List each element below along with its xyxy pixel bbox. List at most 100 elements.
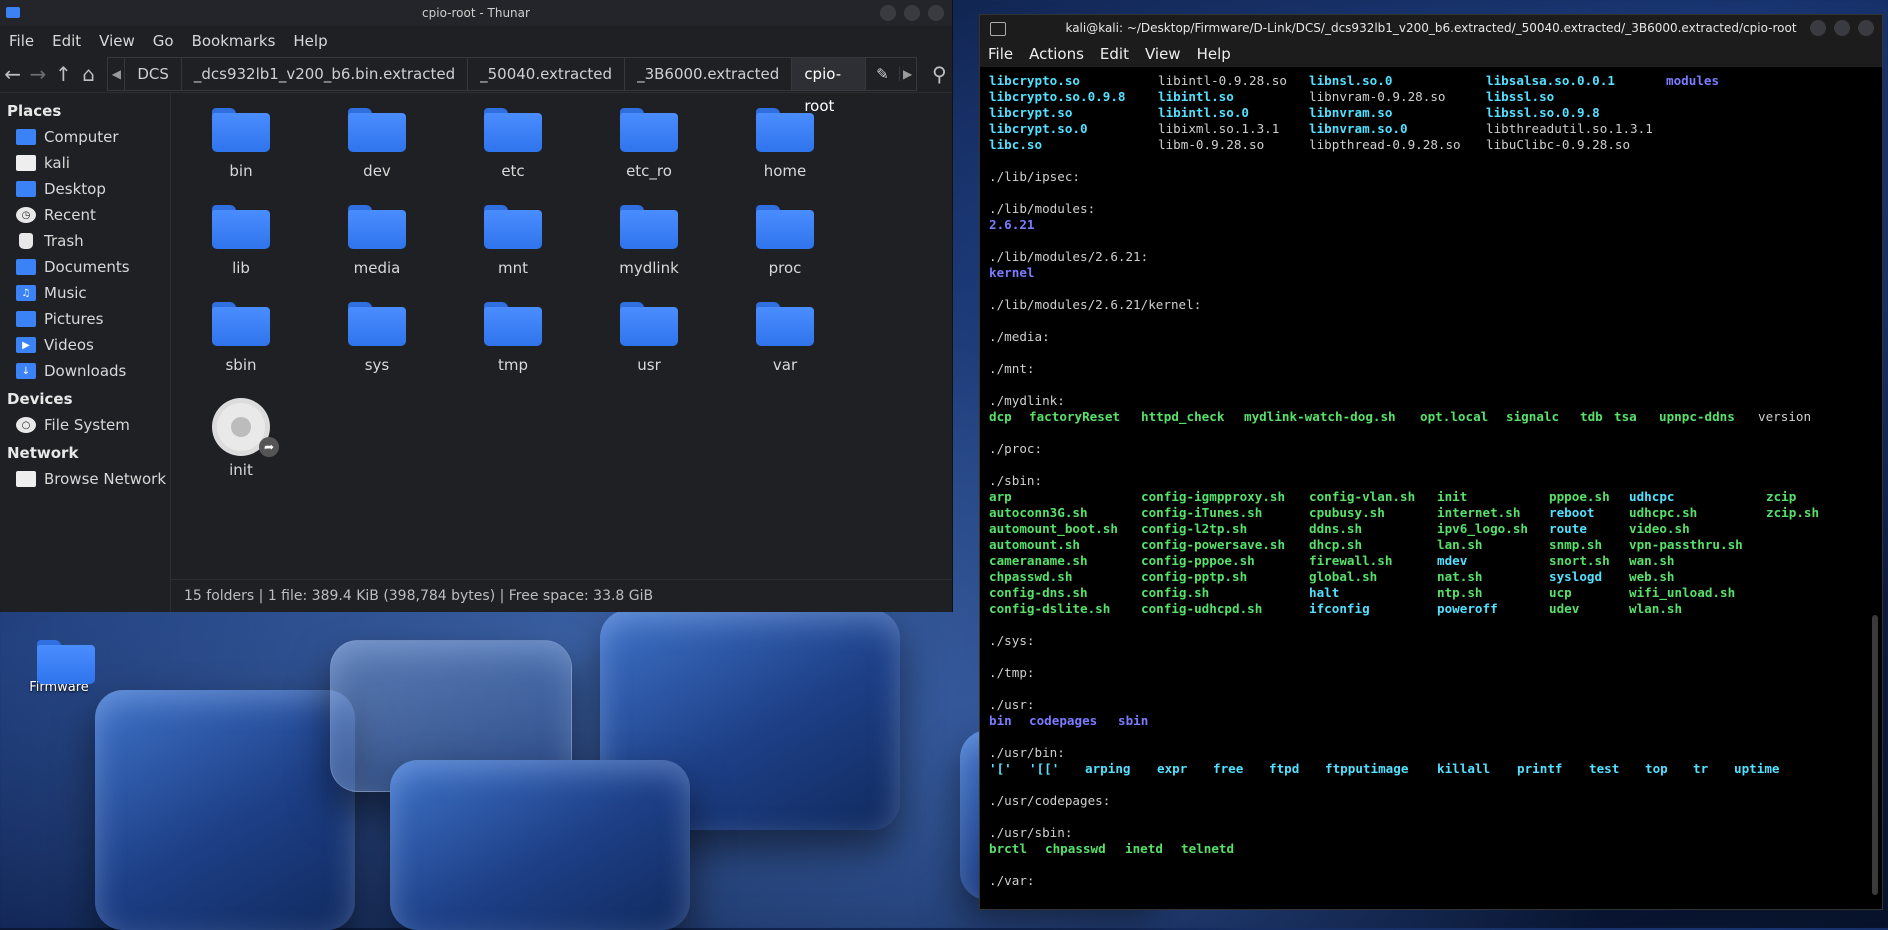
sidebar-item-computer[interactable]: Computer: [0, 124, 170, 150]
minimize-button[interactable]: [880, 5, 896, 21]
folder-icon: [212, 302, 270, 346]
menu-help[interactable]: Help: [284, 32, 336, 50]
folder-item[interactable]: mnt: [458, 205, 568, 277]
terminal-text: codepages: [1029, 713, 1098, 728]
breadcrumb-item[interactable]: _50040.extracted: [467, 58, 624, 90]
sidebar-item-documents[interactable]: Documents: [0, 254, 170, 280]
sidebar-item-file-system[interactable]: ○ File System: [0, 412, 170, 438]
folder-item[interactable]: var: [730, 302, 840, 374]
pictures-folder-icon: [16, 311, 36, 327]
sidebar-item-pictures[interactable]: Pictures: [0, 306, 170, 332]
menu-edit[interactable]: Edit: [43, 32, 90, 50]
folder-icon: [348, 302, 406, 346]
breadcrumb-right-icon[interactable]: ▶: [898, 67, 916, 81]
home-icon[interactable]: ⌂: [76, 59, 101, 89]
menu-file[interactable]: File: [0, 32, 43, 50]
terminal-menu-actions[interactable]: Actions: [1021, 45, 1092, 63]
terminal-menu-view[interactable]: View: [1137, 45, 1189, 63]
terminal-line: autoconn3G.sh config-iTunes.sh cpubusy.sh i…: [989, 505, 1862, 521]
folder-item[interactable]: sbin: [186, 302, 296, 374]
edit-path-icon[interactable]: ✎: [865, 58, 899, 90]
file-view[interactable]: bin dev etc etc_ro home lib media mnt mydlink pro…: [171, 92, 952, 612]
file-item[interactable]: ➦ init: [186, 399, 296, 479]
close-button[interactable]: [1858, 20, 1874, 36]
sidebar-item-recent[interactable]: ◷ Recent: [0, 202, 170, 228]
sidebar-item-browse-network[interactable]: Browse Network: [0, 466, 170, 492]
desktop-firmware-folder[interactable]: Firmware: [24, 640, 95, 695]
sidebar-item-desktop[interactable]: Desktop: [0, 176, 170, 202]
terminal-output[interactable]: libcrypto.so libintl-0.9.28.so libnsl.so.0…: [989, 73, 1862, 909]
close-button[interactable]: [928, 5, 944, 21]
folder-item[interactable]: etc_ro: [594, 108, 704, 180]
breadcrumb-item[interactable]: _dcs932lb1_v200_b6.bin.extracted: [180, 58, 467, 90]
menu-go[interactable]: Go: [144, 32, 183, 50]
folder-item[interactable]: mydlink: [594, 205, 704, 277]
terminal-text: ./proc:: [989, 441, 1043, 456]
folder-item[interactable]: lib: [186, 205, 296, 277]
folder-item[interactable]: bin: [186, 108, 296, 180]
terminal-text: poweroff: [1437, 601, 1498, 616]
terminal-text: httpd_check: [1141, 409, 1225, 424]
folder-item[interactable]: etc: [458, 108, 568, 180]
sidebar-item-trash[interactable]: Trash: [0, 228, 170, 254]
terminal-scrollbar[interactable]: [1872, 615, 1878, 895]
folder-item[interactable]: home: [730, 108, 840, 180]
folder-item[interactable]: dev: [322, 108, 432, 180]
folder-item[interactable]: tmp: [458, 302, 568, 374]
breadcrumb-item-current[interactable]: cpio-root: [791, 58, 866, 115]
terminal-text: dcp: [989, 409, 1012, 424]
terminal-titlebar[interactable]: kali@kali: ~/Desktop/Firmware/D-Link/DCS…: [980, 15, 1882, 41]
sidebar-item-label: Videos: [44, 336, 94, 354]
terminal-line: ./lib/modules/2.6.21:: [989, 249, 1862, 265]
terminal-menu-help[interactable]: Help: [1189, 45, 1239, 63]
sidebar-item-music[interactable]: ♫ Music: [0, 280, 170, 306]
folder-item[interactable]: media: [322, 205, 432, 277]
breadcrumb-item[interactable]: DCS: [124, 58, 181, 90]
breadcrumb-left-icon[interactable]: ◀: [108, 67, 124, 81]
terminal-menu-file[interactable]: File: [980, 45, 1021, 63]
sidebar-item-label: File System: [44, 416, 130, 434]
terminal-line: ./usr/bin:: [989, 745, 1862, 761]
wallpaper-cube: [95, 690, 355, 930]
thunar-titlebar[interactable]: cpio-root - Thunar: [0, 0, 952, 26]
terminal-text: autoconn3G.sh: [989, 505, 1088, 520]
symlink-arrow-icon: ➦: [259, 437, 279, 457]
folder-item[interactable]: sys: [322, 302, 432, 374]
folder-item[interactable]: usr: [594, 302, 704, 374]
terminal-text: ./lib/modules:: [989, 201, 1096, 216]
terminal-line: ./mydlink:: [989, 393, 1862, 409]
menu-view[interactable]: View: [90, 32, 144, 50]
menubar: File Edit View Go Bookmarks Help: [0, 26, 952, 56]
menu-bookmarks[interactable]: Bookmarks: [183, 32, 285, 50]
folder-icon: [212, 205, 270, 249]
maximize-button[interactable]: [1834, 20, 1850, 36]
terminal-text: libcrypt.so.0: [989, 121, 1088, 136]
sidebar-item-label: kali: [44, 154, 70, 172]
sidebar-item-downloads[interactable]: ↓ Downloads: [0, 358, 170, 384]
terminal-text: cpubusy.sh: [1309, 505, 1385, 520]
terminal-text: libssl.so.0.9.8: [1486, 105, 1600, 120]
sidebar-item-label: Documents: [44, 258, 130, 276]
forward-arrow-icon[interactable]: →: [25, 59, 50, 89]
minimize-button[interactable]: [1810, 20, 1826, 36]
sidebar-item-kali[interactable]: kali: [0, 150, 170, 176]
terminal-line: ./media:: [989, 329, 1862, 345]
terminal-text: ./lib/ipsec:: [989, 169, 1080, 184]
up-arrow-icon[interactable]: ↑: [51, 59, 76, 89]
terminal-text: libsalsa.so.0.0.1: [1486, 73, 1615, 88]
terminal-text: pppoe.sh: [1549, 489, 1610, 504]
terminal-menu-edit[interactable]: Edit: [1092, 45, 1137, 63]
breadcrumb-item[interactable]: _3B6000.extracted: [624, 58, 791, 90]
videos-folder-icon: ▶: [16, 337, 36, 353]
search-icon[interactable]: ⚲: [927, 59, 952, 89]
back-arrow-icon[interactable]: ←: [0, 59, 25, 89]
terminal-text: expr: [1157, 761, 1188, 776]
sidebar-item-videos[interactable]: ▶ Videos: [0, 332, 170, 358]
folder-item[interactable]: proc: [730, 205, 840, 277]
maximize-button[interactable]: [904, 5, 920, 21]
terminal-text: signalc: [1506, 409, 1560, 424]
